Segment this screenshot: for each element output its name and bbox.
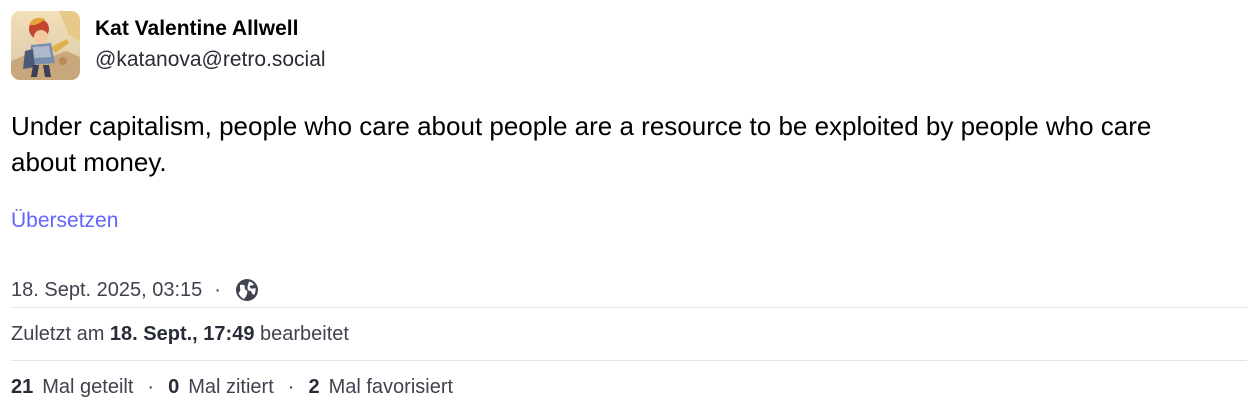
edited-prefix: Zuletzt am [11,322,105,345]
globe-icon [235,278,259,302]
status-meta: 18. Sept. 2025, 03:15 · [11,273,1247,307]
counts-separator: · [287,375,295,398]
favourites-link[interactable]: 2 Mal favorisiert [308,376,453,399]
author-handle[interactable]: @katanova@retro.social [95,46,326,74]
quotes-label: Mal zitiert [188,375,274,398]
counts-separator: · [147,375,155,398]
post-timestamp[interactable]: 18. Sept. 2025, 03:15 [11,279,202,302]
edited-date: 18. Sept., 17:49 [109,322,255,345]
reblogs-count: 21 [11,375,34,398]
edited-suffix: bearbeitet [260,322,349,345]
quotes-link[interactable]: 0 Mal zitiert [168,376,274,399]
quotes-count: 0 [168,375,180,398]
status-header: Kat Valentine Allwell @katanova@retro.so… [11,11,1247,81]
avatar[interactable] [11,11,80,80]
meta-separator: · [214,278,221,301]
status-counts: 21 Mal geteilt · 0 Mal zitiert · 2 Mal favo… [11,361,1247,413]
status-content: Under capitalism, people who care about … [11,111,1152,177]
author-display-name[interactable]: Kat Valentine Allwell [95,16,326,42]
reblogs-link[interactable]: 21 Mal geteilt [11,376,133,399]
edited-info[interactable]: Zuletzt am 18. Sept., 17:49 bearbeitet [11,308,1247,360]
favourites-count: 2 [308,375,320,398]
reblogs-label: Mal geteilt [42,375,134,398]
translate-button[interactable]: Übersetzen [11,207,118,235]
status-detail: Kat Valentine Allwell @katanova@retro.so… [11,11,1247,413]
author-names: Kat Valentine Allwell @katanova@retro.so… [95,11,326,74]
favourites-label: Mal favorisiert [328,375,454,398]
